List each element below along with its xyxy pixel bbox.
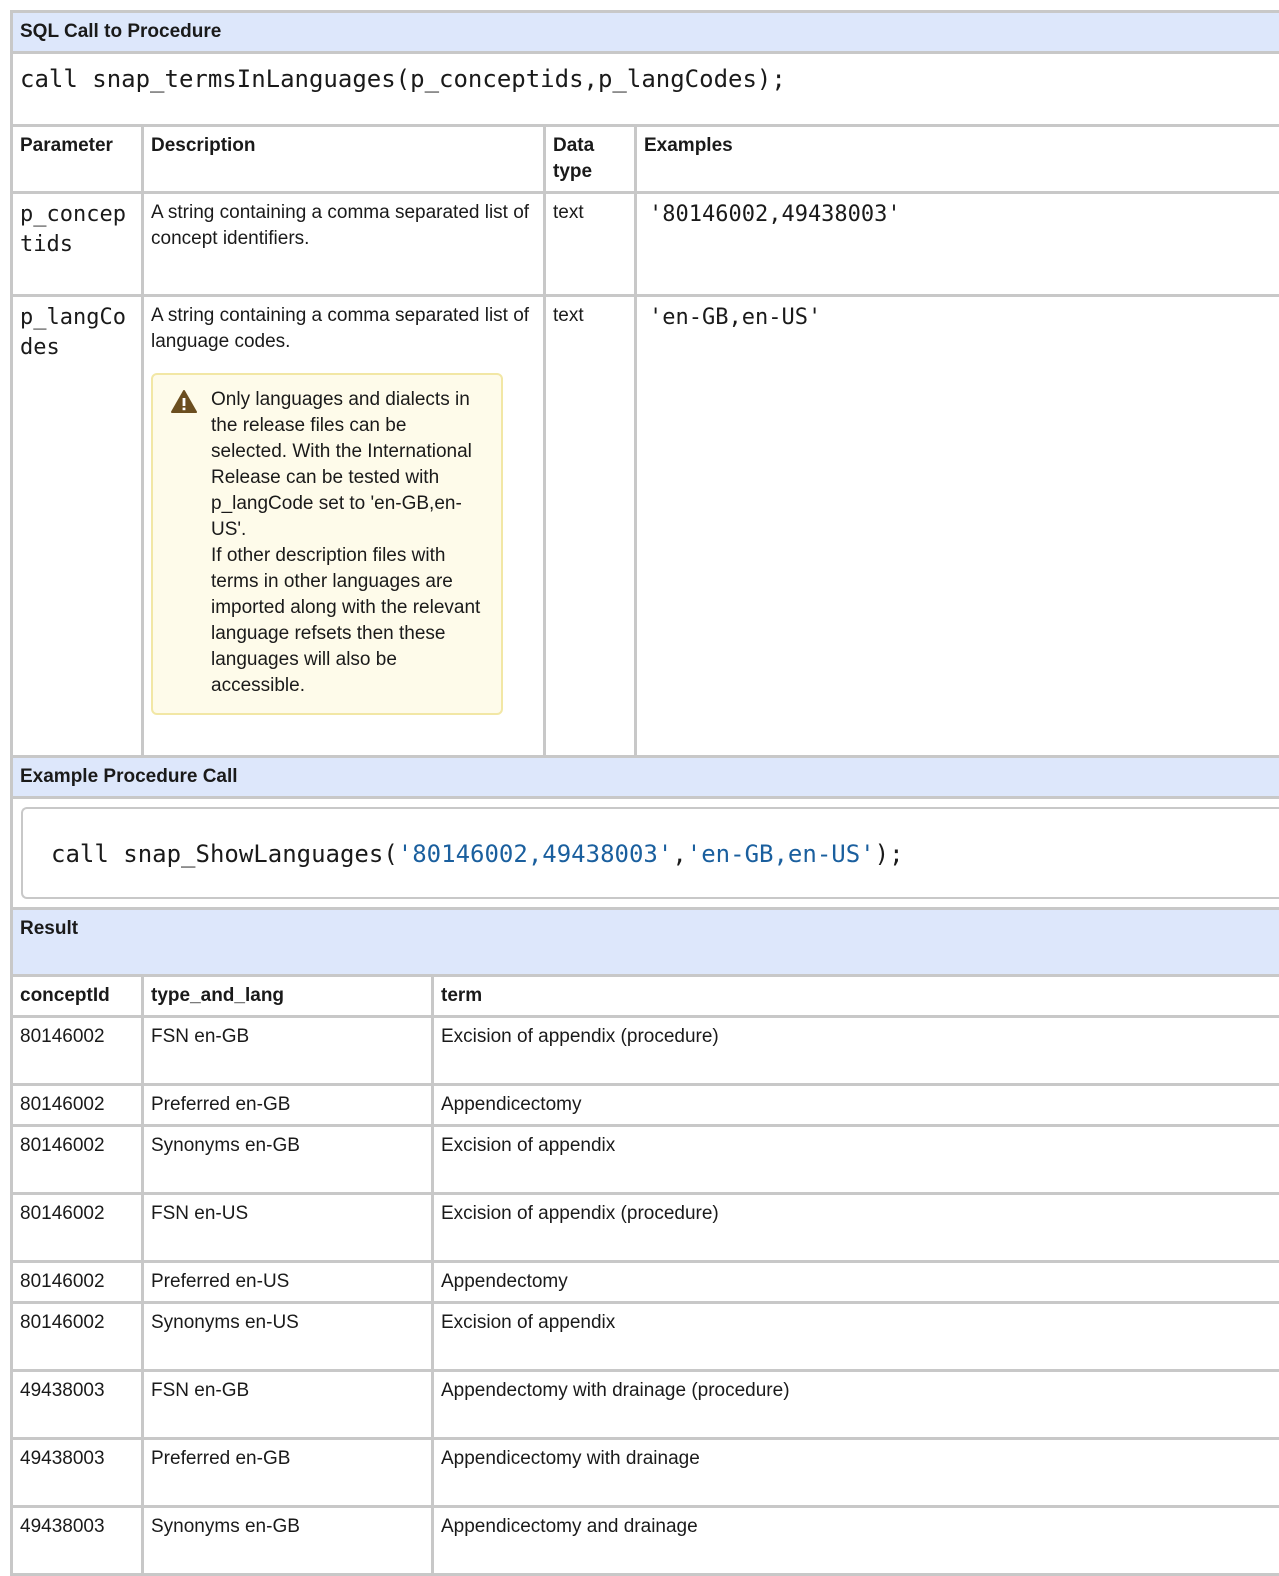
result-concept-id: 80146002 [12, 1017, 143, 1085]
result-type-and-lang: Preferred en-GB [143, 1085, 433, 1126]
warning-panel: Only languages and dialects in the relea… [151, 373, 503, 715]
result-row: 80146002 Synonyms en-GB Excision of appe… [12, 1126, 1279, 1194]
result-concept-id: 80146002 [12, 1262, 143, 1303]
conceptid-column-header: conceptId [12, 976, 143, 1017]
parameter-row-langcodes: p_langCodes A string containing a comma … [12, 296, 1279, 757]
result-term: Appendicectomy with drainage [433, 1439, 1279, 1507]
warning-text-line1: Only languages and dialects in the relea… [211, 387, 487, 543]
example-heading: Example Procedure Call [12, 757, 1279, 798]
result-row: 80146002 FSN en-GB Excision of appendix … [12, 1017, 1279, 1085]
term-column-header: term [433, 976, 1279, 1017]
procedure-doc: SQL Call to Procedure call snap_termsInL… [10, 10, 1279, 1576]
result-concept-id: 80146002 [12, 1303, 143, 1371]
result-type-and-lang: Synonyms en-US [143, 1303, 433, 1371]
result-row: 80146002 Preferred en-GB Appendicectomy [12, 1085, 1279, 1126]
result-concept-id: 49438003 [12, 1439, 143, 1507]
warning-triangle-icon [171, 389, 197, 415]
parameter-name: p_conceptids [12, 193, 143, 296]
result-type-and-lang: FSN en-GB [143, 1371, 433, 1439]
result-row: 80146002 Synonyms en-US Excision of appe… [12, 1303, 1279, 1371]
example-code-row: call snap_ShowLanguages('80146002,494380… [12, 798, 1279, 909]
result-type-and-lang: Preferred en-GB [143, 1439, 433, 1507]
result-term: Excision of appendix [433, 1303, 1279, 1371]
result-term: Excision of appendix (procedure) [433, 1017, 1279, 1085]
code-comma: , [672, 840, 686, 868]
parameter-name: p_langCodes [12, 296, 143, 757]
result-type-and-lang: Synonyms en-GB [143, 1126, 433, 1194]
data-type-column-header: Data type [545, 126, 636, 193]
result-header-row: conceptId type_and_lang term [12, 976, 1279, 1017]
procedure-doc-table: SQL Call to Procedure call snap_termsInL… [10, 10, 1279, 1576]
result-concept-id: 80146002 [12, 1194, 143, 1262]
parameters-header-row: Parameter Description Data type Examples [12, 126, 1279, 193]
code-string-conceptids: '80146002,49438003' [398, 840, 673, 868]
result-concept-id: 80146002 [12, 1126, 143, 1194]
result-concept-id: 49438003 [12, 1507, 143, 1575]
sql-call-row: call snap_termsInLanguages(p_conceptids,… [12, 53, 1279, 126]
parameter-data-type: text [545, 193, 636, 296]
parameter-data-type: text [545, 296, 636, 757]
result-type-and-lang: FSN en-US [143, 1194, 433, 1262]
sql-call-text: call snap_termsInLanguages(p_conceptids,… [12, 53, 1279, 126]
result-row: 49438003 Synonyms en-GB Appendicectomy a… [12, 1507, 1279, 1575]
examples-column-header: Examples [636, 126, 1279, 193]
result-heading: Result [12, 909, 1279, 976]
parameter-example: 'en-GB,en-US' [636, 296, 1279, 757]
result-term: Appendicectomy [433, 1085, 1279, 1126]
parameter-description: A string containing a comma separated li… [151, 303, 536, 355]
result-term: Appendicectomy and drainage [433, 1507, 1279, 1575]
result-term: Appendectomy [433, 1262, 1279, 1303]
result-row: 49438003 FSN en-GB Appendectomy with dra… [12, 1371, 1279, 1439]
result-concept-id: 80146002 [12, 1085, 143, 1126]
result-row: 49438003 Preferred en-GB Appendicectomy … [12, 1439, 1279, 1507]
code-prefix: call snap_ShowLanguages( [51, 840, 398, 868]
result-type-and-lang: Synonyms en-GB [143, 1507, 433, 1575]
parameter-column-header: Parameter [12, 126, 143, 193]
result-term: Excision of appendix (procedure) [433, 1194, 1279, 1262]
result-term: Excision of appendix [433, 1126, 1279, 1194]
code-suffix: ); [875, 840, 904, 868]
result-heading-row: Result [12, 909, 1279, 976]
result-type-and-lang: Preferred en-US [143, 1262, 433, 1303]
result-term: Appendectomy with drainage (procedure) [433, 1371, 1279, 1439]
parameter-description: A string containing a comma separated li… [143, 193, 545, 296]
parameter-row-conceptids: p_conceptids A string containing a comma… [12, 193, 1279, 296]
sql-call-heading-row: SQL Call to Procedure [12, 12, 1279, 53]
type-and-lang-column-header: type_and_lang [143, 976, 433, 1017]
parameter-description-cell: A string containing a comma separated li… [143, 296, 545, 757]
warning-text-line2: If other description files with terms in… [211, 543, 487, 699]
sql-call-heading: SQL Call to Procedure [12, 12, 1279, 53]
parameter-example: '80146002,49438003' [636, 193, 1279, 296]
example-code-block: call snap_ShowLanguages('80146002,494380… [21, 807, 1279, 899]
example-heading-row: Example Procedure Call [12, 757, 1279, 798]
description-column-header: Description [143, 126, 545, 193]
result-concept-id: 49438003 [12, 1371, 143, 1439]
result-type-and-lang: FSN en-GB [143, 1017, 433, 1085]
warning-text: Only languages and dialects in the relea… [211, 387, 487, 699]
code-string-langcodes: 'en-GB,en-US' [687, 840, 875, 868]
result-row: 80146002 Preferred en-US Appendectomy [12, 1262, 1279, 1303]
result-row: 80146002 FSN en-US Excision of appendix … [12, 1194, 1279, 1262]
example-code-cell: call snap_ShowLanguages('80146002,494380… [12, 798, 1279, 909]
